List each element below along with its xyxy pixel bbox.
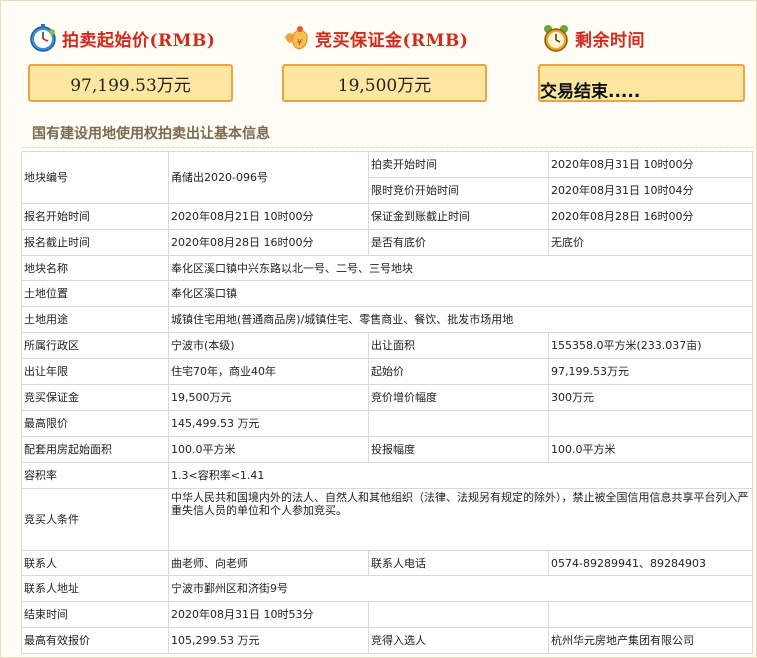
increment-value: 300万元: [548, 384, 753, 411]
start-price-value-box: 97,199.53万元: [28, 64, 233, 102]
stopwatch-icon: [30, 24, 56, 52]
auction-start-value: 2020年08月31日 10时00分: [548, 151, 753, 178]
top-bid-label: 最高有效报价: [21, 627, 169, 655]
reserve-label: 是否有底价: [368, 228, 549, 256]
contact-value: 曲老师、向老师: [168, 549, 369, 577]
plot-no-label: 地块编号: [21, 151, 169, 204]
start-price-row-value: 97,199.53万元: [548, 358, 753, 386]
reg-end-label: 报名截止时间: [21, 228, 169, 256]
reg-start-value: 2020年08月21日 10时00分: [168, 202, 369, 230]
limited-bid-start-label: 限时竞价开始时间: [368, 176, 549, 204]
district-value: 宁波市(本级): [168, 332, 369, 360]
table-row: 土地位置 奉化区溪口镇: [21, 280, 753, 308]
table-row: 配套用房起始面积 100.0平方米 投报幅度 100.0平方米: [21, 435, 753, 463]
table-row: 最高限价 145,499.53 万元: [21, 409, 753, 437]
term-value: 住宅70年，商业40年: [168, 358, 369, 386]
usage-value: 城镇住宅用地(普通商品房)/城镇住宅、零售商业、餐饮、批发市场用地: [168, 306, 753, 334]
phone-label: 联系人电话: [368, 549, 549, 577]
empty-cell: [368, 409, 549, 437]
district-label: 所属行政区: [21, 332, 169, 360]
conditions-value: 中华人民共和国境内外的法人、自然人和其他组织（法律、法规另有规定的除外），禁止被…: [168, 487, 753, 551]
table-row: 最高有效报价 105,299.53 万元 竞得入选人 杭州华元房地产集团有限公司: [21, 627, 753, 655]
deposit-header: ¥ 竞买保证金(RMB): [281, 20, 468, 56]
table-row: 出让年限 住宅70年，商业40年 起始价 97,199.53万元: [21, 358, 753, 386]
top-bid-value: 105,299.53 万元: [168, 627, 369, 655]
remaining-time-value-box: 交易结束.....: [538, 64, 745, 102]
location-label: 土地位置: [21, 280, 169, 308]
far-value: 1.3<容积率<1.41: [168, 461, 753, 489]
increment-label: 竞价增价幅度: [368, 384, 549, 411]
deposit-row-label: 竞买保证金: [21, 384, 169, 411]
conditions-label: 竞买人条件: [21, 487, 169, 551]
table-row: 报名开始时间 2020年08月21日 10时00分 保证金到账截止时间 2020…: [21, 202, 753, 230]
address-label: 联系人地址: [21, 575, 169, 603]
term-label: 出让年限: [21, 358, 169, 386]
remaining-time-header: 剩余时间: [541, 20, 645, 56]
reserve-value: 无底价: [548, 228, 753, 256]
plot-name-label: 地块名称: [21, 254, 169, 282]
deposit-deadline-value: 2020年08月28日 16时00分: [548, 202, 753, 230]
end-time-label: 结束时间: [21, 601, 169, 629]
section-title: 国有建设用地使用权拍卖出让基本信息: [32, 126, 270, 142]
reg-end-value: 2020年08月28日 16时00分: [168, 228, 369, 256]
area-value: 155358.0平方米(233.037亩): [548, 332, 753, 360]
deposit-value: 19,500万元: [337, 75, 432, 96]
max-price-value: 145,499.53 万元: [168, 409, 369, 437]
start-price-header: 拍卖起始价(RMB): [28, 20, 215, 56]
table-row: 联系人地址 宁波市鄞州区和济街9号: [21, 575, 753, 603]
housing-area-label: 配套用房起始面积: [21, 435, 169, 463]
phone-value: 0574-89289941、89284903: [548, 549, 753, 577]
gift-bag-icon: ¥: [285, 26, 308, 50]
deposit-label: 竞买保证金(RMB): [315, 30, 469, 51]
housing-inc-label: 投报幅度: [368, 435, 549, 463]
max-price-label: 最高限价: [21, 409, 169, 437]
table-row: 竞买人条件 中华人民共和国境内外的法人、自然人和其他组织（法律、法规另有规定的除…: [21, 487, 753, 551]
end-time-value: 2020年08月31日 10时53分: [168, 601, 369, 629]
start-price-row-label: 起始价: [368, 358, 549, 386]
location-value: 奉化区溪口镇: [168, 280, 753, 308]
winner-value: 杭州华元房地产集团有限公司: [548, 627, 753, 655]
deposit-row-value: 19,500万元: [168, 384, 369, 411]
plot-no-value: 甬储出2020-096号: [168, 151, 369, 204]
deposit-value-box: 19,500万元: [282, 64, 487, 102]
empty-cell: [548, 409, 753, 437]
remaining-time-label: 剩余时间: [575, 30, 645, 51]
housing-area-value: 100.0平方米: [168, 435, 369, 463]
alarm-clock-icon: [544, 25, 568, 52]
winner-label: 竞得入选人: [368, 627, 549, 655]
auction-start-label: 拍卖开始时间: [368, 151, 549, 178]
plot-name-value: 奉化区溪口镇中兴东路以北一号、二号、三号地块: [168, 254, 753, 282]
table-row: 报名截止时间 2020年08月28日 16时00分 是否有底价 无底价: [21, 228, 753, 256]
start-price-value: 97,199.53万元: [70, 75, 191, 96]
housing-inc-value: 100.0平方米: [548, 435, 753, 463]
start-price-label: 拍卖起始价(RMB): [62, 30, 216, 51]
table-row: 竞买保证金 19,500万元 竞价增价幅度 300万元: [21, 384, 753, 411]
divider: [22, 147, 753, 148]
address-value: 宁波市鄞州区和济街9号: [168, 575, 753, 603]
empty-cell: [548, 601, 753, 629]
remaining-time-value: 交易结束.....: [540, 81, 641, 102]
table-row: 容积率 1.3<容积率<1.41: [21, 461, 753, 489]
deposit-deadline-label: 保证金到账截止时间: [368, 202, 549, 230]
land-info-table: 地块编号 甬储出2020-096号 拍卖开始时间 2020年08月31日 10时…: [21, 151, 753, 655]
table-row: 土地用途 城镇住宅用地(普通商品房)/城镇住宅、零售商业、餐饮、批发市场用地: [21, 306, 753, 334]
table-row: 结束时间 2020年08月31日 10时53分: [21, 601, 753, 629]
table-row: 地块名称 奉化区溪口镇中兴东路以北一号、二号、三号地块: [21, 254, 753, 282]
contact-label: 联系人: [21, 549, 169, 577]
table-row: 联系人 曲老师、向老师 联系人电话 0574-89289941、89284903: [21, 549, 753, 577]
reg-start-label: 报名开始时间: [21, 202, 169, 230]
far-label: 容积率: [21, 461, 169, 489]
empty-cell: [368, 601, 549, 629]
table-row: 所属行政区 宁波市(本级) 出让面积 155358.0平方米(233.037亩): [21, 332, 753, 360]
table-row: 地块编号 甬储出2020-096号 拍卖开始时间 2020年08月31日 10时…: [21, 151, 753, 204]
svg-text:¥: ¥: [297, 38, 302, 47]
usage-label: 土地用途: [21, 306, 169, 334]
area-label: 出让面积: [368, 332, 549, 360]
limited-bid-start-value: 2020年08月31日 10时04分: [548, 176, 753, 204]
